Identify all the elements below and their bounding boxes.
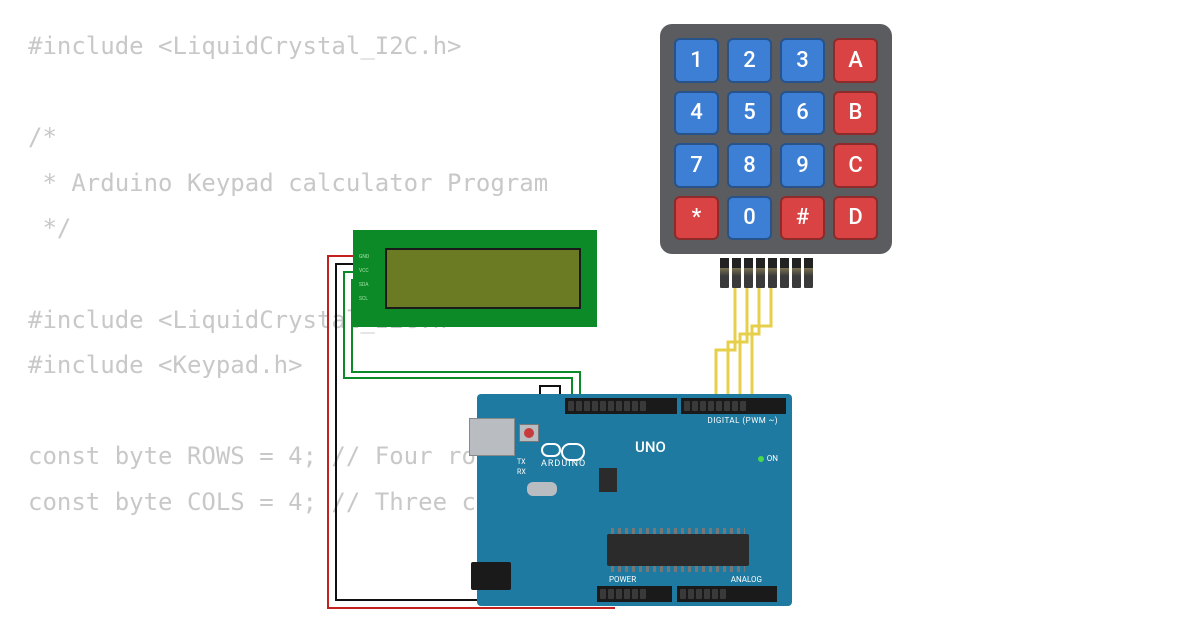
arduino-uno-board: DIGITAL (PWM ~) ARDUINO UNO TX RX POWER …: [477, 394, 792, 606]
lcd-pin: SDA: [359, 283, 383, 288]
model-label: UNO: [635, 438, 666, 456]
infinity-logo-icon: [541, 443, 561, 457]
code-line: * Arduino Keypad calculator Program: [28, 169, 548, 197]
connector-pin: [744, 258, 753, 288]
analog-pin-header: [677, 586, 777, 602]
keypad-key-4[interactable]: 4: [674, 91, 719, 136]
on-led-label: ON: [758, 454, 778, 463]
small-chip-icon: [599, 468, 617, 492]
connector-pin: [768, 258, 777, 288]
code-line: #include <LiquidCrystal_I2C.h>: [28, 32, 461, 60]
keypad-key-3[interactable]: 3: [780, 38, 825, 83]
keypad-key-A[interactable]: A: [833, 38, 878, 83]
reset-button[interactable]: [519, 424, 539, 442]
lcd-1602: GND VCC SDA SCL: [353, 230, 597, 327]
code-line: /*: [28, 123, 57, 151]
connector-pin: [792, 258, 801, 288]
keypad-key-2[interactable]: 2: [727, 38, 772, 83]
lcd-pin: SCL: [359, 297, 383, 302]
keypad-connector: [720, 258, 830, 288]
code-line: const byte ROWS = 4; // Four rows: [28, 442, 505, 470]
lcd-pin: GND: [359, 255, 383, 260]
keypad-key-D[interactable]: D: [833, 196, 878, 241]
connector-pin: [756, 258, 765, 288]
lcd-pin: VCC: [359, 269, 383, 274]
analog-section-label: ANALOG: [731, 575, 762, 584]
crystal-oscillator-icon: [527, 482, 557, 496]
power-pin-header: [597, 586, 672, 602]
connector-pin: [732, 258, 741, 288]
keypad-key-8[interactable]: 8: [727, 143, 772, 188]
keypad-key-B[interactable]: B: [833, 91, 878, 136]
keypad-4x4: 1 2 3 A 4 5 6 B 7 8 9 C * 0 # D: [660, 24, 892, 254]
lcd-screen: [385, 248, 581, 309]
digital-pin-header: [565, 398, 677, 414]
keypad-key-5[interactable]: 5: [727, 91, 772, 136]
connector-pin: [804, 258, 813, 288]
keypad-key-star[interactable]: *: [674, 196, 719, 241]
keypad-key-9[interactable]: 9: [780, 143, 825, 188]
power-section-label: POWER: [609, 575, 636, 584]
digital-label: DIGITAL (PWM ~): [708, 416, 779, 425]
atmega-chip-icon: [607, 534, 749, 566]
txrx-labels: TX RX: [517, 458, 526, 478]
keypad-key-0[interactable]: 0: [727, 196, 772, 241]
keypad-key-1[interactable]: 1: [674, 38, 719, 83]
power-jack-icon: [471, 562, 511, 590]
digital-pin-header: [681, 398, 786, 414]
keypad-key-6[interactable]: 6: [780, 91, 825, 136]
code-line: */: [28, 214, 71, 242]
keypad-key-hash[interactable]: #: [780, 196, 825, 241]
keypad-key-C[interactable]: C: [833, 143, 878, 188]
connector-pin: [780, 258, 789, 288]
code-line: #include <Keypad.h>: [28, 351, 303, 379]
tx-label: TX: [517, 458, 526, 468]
keypad-key-7[interactable]: 7: [674, 143, 719, 188]
rx-label: RX: [517, 468, 526, 478]
connector-pin: [720, 258, 729, 288]
keypad-grid: 1 2 3 A 4 5 6 B 7 8 9 C * 0 # D: [674, 38, 878, 240]
lcd-pin-labels: GND VCC SDA SCL: [359, 248, 383, 309]
usb-port-icon: [469, 418, 515, 456]
